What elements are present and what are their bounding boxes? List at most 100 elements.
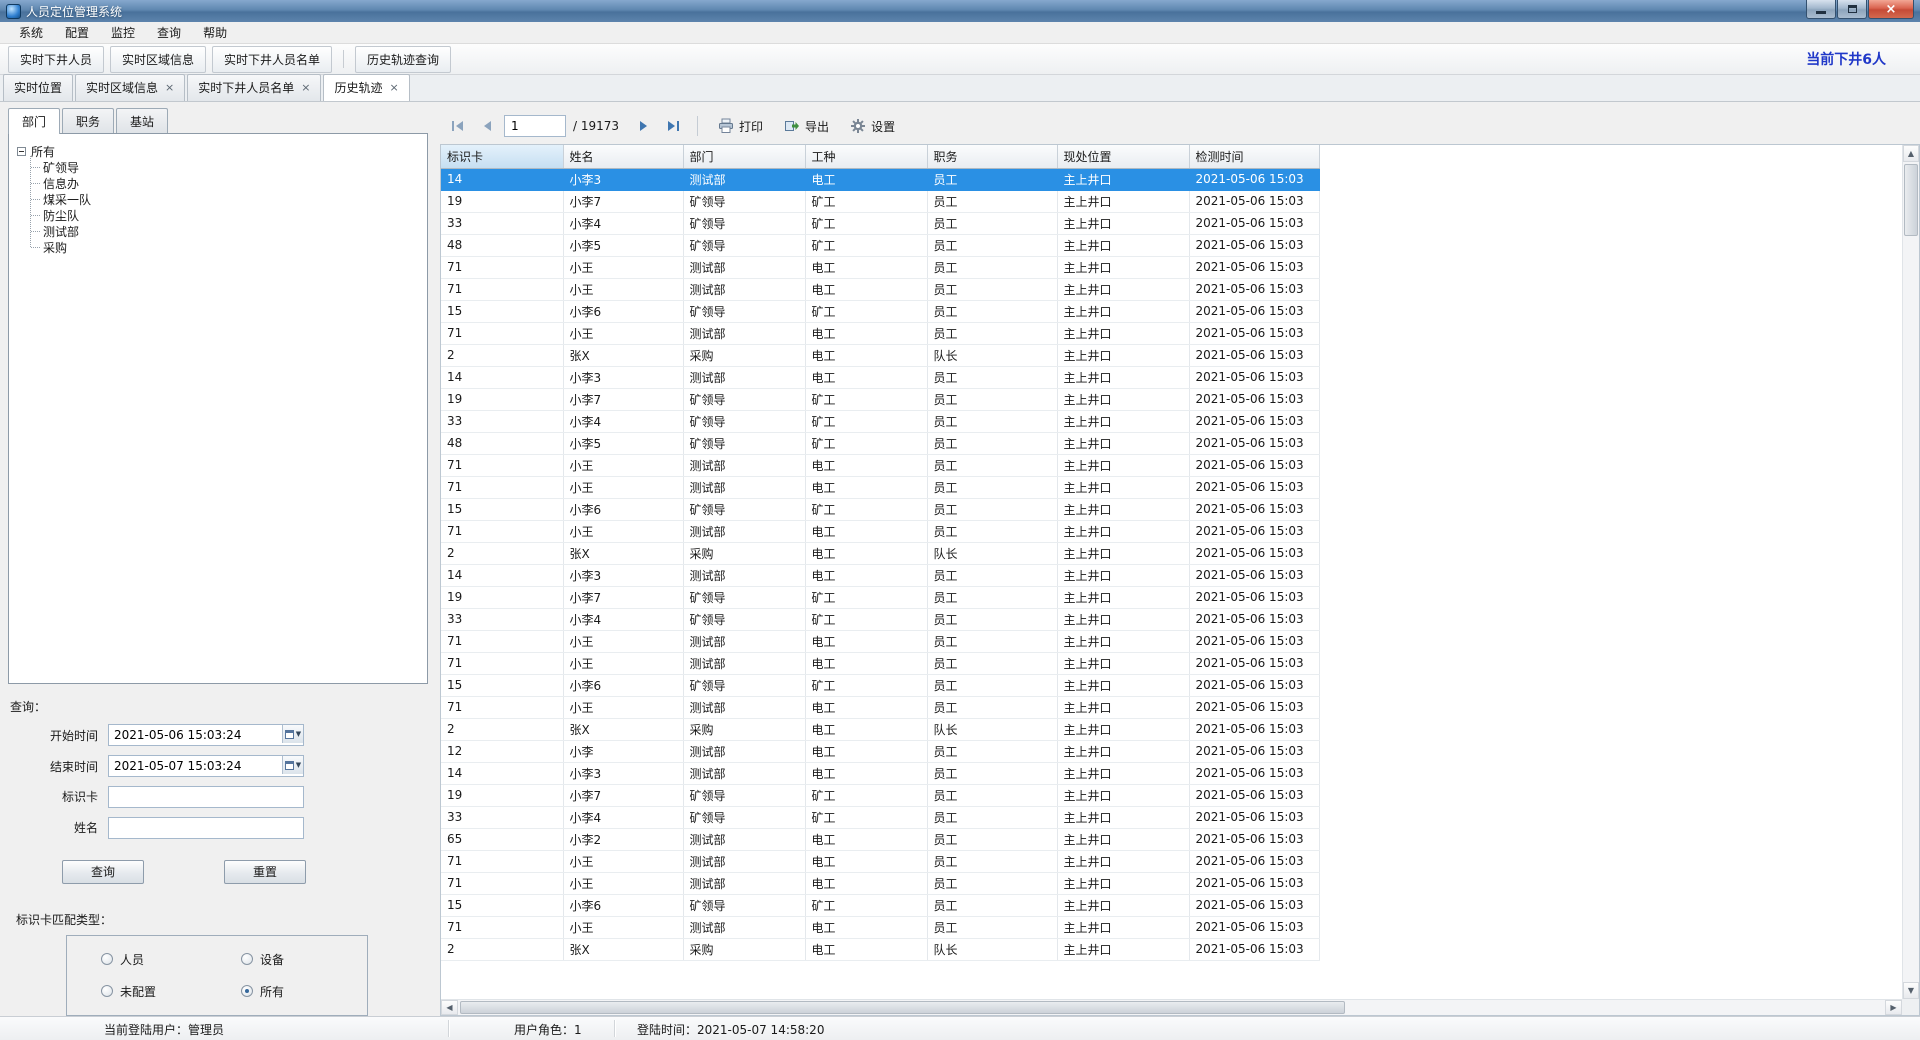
cell-detect-time[interactable]: 2021-05-06 15:03: [1189, 256, 1319, 278]
cell-card-id[interactable]: 14: [441, 564, 563, 586]
tab-close-icon[interactable]: ×: [390, 82, 399, 93]
menu-item[interactable]: 帮助: [192, 22, 238, 43]
cell-department[interactable]: 测试部: [683, 740, 805, 762]
scroll-right-icon[interactable]: ▶: [1885, 1000, 1902, 1015]
cell-work-type[interactable]: 矿工: [805, 806, 927, 828]
last-page-button[interactable]: [661, 115, 685, 137]
cell-detect-time[interactable]: 2021-05-06 15:03: [1189, 388, 1319, 410]
tree-node[interactable]: 测试部: [30, 223, 419, 239]
cell-name[interactable]: 小王: [563, 696, 683, 718]
cell-department[interactable]: 测试部: [683, 916, 805, 938]
cell-location[interactable]: 主上井口: [1057, 234, 1189, 256]
cell-department[interactable]: 测试部: [683, 762, 805, 784]
cell-name[interactable]: 小李7: [563, 388, 683, 410]
cell-location[interactable]: 主上井口: [1057, 586, 1189, 608]
cell-card-id[interactable]: 15: [441, 498, 563, 520]
cell-department[interactable]: 测试部: [683, 696, 805, 718]
table-row[interactable]: 33 小李4 矿领导 矿工 员工 主上井口 2021-05-06 15:03: [441, 608, 1319, 630]
toolbar-underground-list-button[interactable]: 实时下井人员名单: [212, 46, 332, 73]
cell-card-id[interactable]: 71: [441, 322, 563, 344]
cell-card-id[interactable]: 15: [441, 674, 563, 696]
cell-detect-time[interactable]: 2021-05-06 15:03: [1189, 762, 1319, 784]
table-row[interactable]: 71 小王 测试部 电工 员工 主上井口 2021-05-06 15:03: [441, 476, 1319, 498]
cell-detect-time[interactable]: 2021-05-06 15:03: [1189, 234, 1319, 256]
cell-department[interactable]: 测试部: [683, 454, 805, 476]
cell-name[interactable]: 小李7: [563, 190, 683, 212]
cell-name[interactable]: 小王: [563, 454, 683, 476]
cell-detect-time[interactable]: 2021-05-06 15:03: [1189, 542, 1319, 564]
export-button[interactable]: 导出: [776, 114, 837, 138]
tree-collapse-icon[interactable]: [17, 147, 26, 156]
table-row[interactable]: 15 小李6 矿领导 矿工 员工 主上井口 2021-05-06 15:03: [441, 498, 1319, 520]
previous-page-button[interactable]: [475, 115, 499, 137]
cell-work-type[interactable]: 电工: [805, 916, 927, 938]
cell-location[interactable]: 主上井口: [1057, 696, 1189, 718]
scroll-up-icon[interactable]: ▲: [1903, 145, 1919, 162]
table-row[interactable]: 19 小李7 矿领导 矿工 员工 主上井口 2021-05-06 15:03: [441, 388, 1319, 410]
cell-location[interactable]: 主上井口: [1057, 454, 1189, 476]
cell-work-type[interactable]: 电工: [805, 718, 927, 740]
cell-name[interactable]: 小李6: [563, 300, 683, 322]
table-row[interactable]: 2 张X 采购 电工 队长 主上井口 2021-05-06 15:03: [441, 938, 1319, 960]
cell-department[interactable]: 测试部: [683, 476, 805, 498]
cell-work-type[interactable]: 电工: [805, 278, 927, 300]
cell-work-type[interactable]: 矿工: [805, 300, 927, 322]
cell-card-id[interactable]: 71: [441, 278, 563, 300]
menu-item[interactable]: 查询: [146, 22, 192, 43]
table-row[interactable]: 71 小王 测试部 电工 员工 主上井口 2021-05-06 15:03: [441, 322, 1319, 344]
tree-node[interactable]: 采购: [30, 239, 419, 255]
toolbar-realtime-underground-button[interactable]: 实时下井人员: [8, 46, 104, 73]
left-tab[interactable]: 部门: [8, 108, 60, 134]
cell-location[interactable]: 主上井口: [1057, 630, 1189, 652]
cell-location[interactable]: 主上井口: [1057, 366, 1189, 388]
cell-card-id[interactable]: 12: [441, 740, 563, 762]
table-row[interactable]: 14 小李3 测试部 电工 员工 主上井口 2021-05-06 15:03: [441, 564, 1319, 586]
cell-detect-time[interactable]: 2021-05-06 15:03: [1189, 872, 1319, 894]
scroll-down-icon[interactable]: ▼: [1903, 982, 1919, 999]
table-row[interactable]: 65 小李2 测试部 电工 员工 主上井口 2021-05-06 15:03: [441, 828, 1319, 850]
start-time-picker-button[interactable]: ▼: [282, 725, 303, 743]
cell-location[interactable]: 主上井口: [1057, 740, 1189, 762]
cell-detect-time[interactable]: 2021-05-06 15:03: [1189, 718, 1319, 740]
cell-department[interactable]: 测试部: [683, 366, 805, 388]
match-type-radio[interactable]: 所有: [217, 983, 357, 1000]
cell-name[interactable]: 小王: [563, 322, 683, 344]
table-row[interactable]: 48 小李5 矿领导 矿工 员工 主上井口 2021-05-06 15:03: [441, 432, 1319, 454]
cell-department[interactable]: 矿领导: [683, 388, 805, 410]
horizontal-scrollbar[interactable]: ◀ ▶: [441, 999, 1902, 1015]
cell-card-id[interactable]: 71: [441, 630, 563, 652]
view-tab[interactable]: 历史轨迹 ×: [323, 74, 409, 101]
cell-name[interactable]: 张X: [563, 938, 683, 960]
cell-duty[interactable]: 员工: [927, 410, 1057, 432]
cell-work-type[interactable]: 矿工: [805, 784, 927, 806]
cell-card-id[interactable]: 2: [441, 938, 563, 960]
cell-department[interactable]: 矿领导: [683, 300, 805, 322]
cell-duty[interactable]: 员工: [927, 256, 1057, 278]
cell-duty[interactable]: 员工: [927, 520, 1057, 542]
toolbar-realtime-area-button[interactable]: 实时区域信息: [110, 46, 206, 73]
table-row[interactable]: 33 小李4 矿领导 矿工 员工 主上井口 2021-05-06 15:03: [441, 410, 1319, 432]
settings-button[interactable]: 设置: [842, 114, 903, 138]
cell-location[interactable]: 主上井口: [1057, 916, 1189, 938]
menu-item[interactable]: 配置: [54, 22, 100, 43]
column-header[interactable]: 职务: [927, 145, 1057, 168]
cell-department[interactable]: 矿领导: [683, 498, 805, 520]
cell-card-id[interactable]: 71: [441, 872, 563, 894]
cell-duty[interactable]: 员工: [927, 212, 1057, 234]
cell-detect-time[interactable]: 2021-05-06 15:03: [1189, 344, 1319, 366]
cell-card-id[interactable]: 19: [441, 784, 563, 806]
cell-department[interactable]: 矿领导: [683, 410, 805, 432]
cell-department[interactable]: 测试部: [683, 564, 805, 586]
cell-location[interactable]: 主上井口: [1057, 432, 1189, 454]
print-button[interactable]: 打印: [710, 114, 771, 138]
cell-department[interactable]: 矿领导: [683, 784, 805, 806]
end-time-input[interactable]: [108, 755, 304, 777]
table-row[interactable]: 15 小李6 矿领导 矿工 员工 主上井口 2021-05-06 15:03: [441, 894, 1319, 916]
cell-work-type[interactable]: 矿工: [805, 498, 927, 520]
cell-duty[interactable]: 员工: [927, 872, 1057, 894]
cell-work-type[interactable]: 矿工: [805, 608, 927, 630]
cell-card-id[interactable]: 71: [441, 652, 563, 674]
cell-name[interactable]: 小李3: [563, 366, 683, 388]
vertical-scrollbar[interactable]: ▲ ▼: [1902, 145, 1919, 999]
cell-work-type[interactable]: 电工: [805, 454, 927, 476]
